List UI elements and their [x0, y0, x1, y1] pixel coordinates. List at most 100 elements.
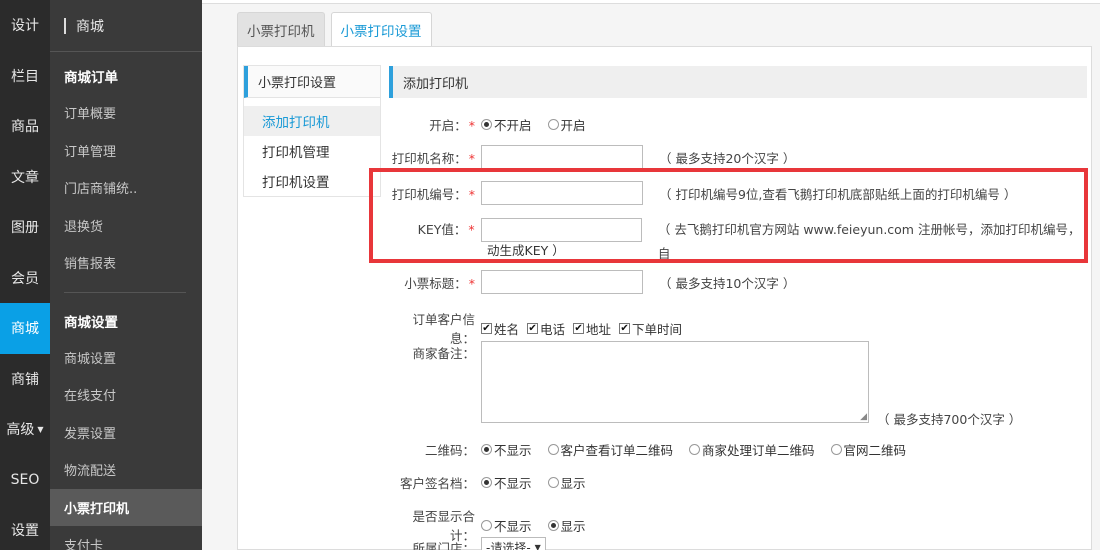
sub-sidebar-title: 商城	[76, 18, 104, 35]
checkbox-label: 姓名	[494, 321, 520, 337]
radio-label: 客户查看订单二维码	[560, 443, 674, 458]
inner-nav-printer-settings[interactable]: 打印机设置	[244, 166, 380, 196]
sub-item-order-summary[interactable]: 订单概要	[50, 94, 202, 132]
radio-label: 显示	[560, 476, 586, 491]
radio-qrcode-merchant[interactable]: 商家处理订单二维码	[689, 440, 815, 459]
radio-total-hide[interactable]: 不显示	[481, 516, 532, 535]
annotation-highlight-box	[369, 168, 1088, 263]
radio-label: 商家处理订单二维码	[702, 443, 815, 458]
checkbox-label: 电话	[540, 321, 566, 337]
radio-dot-icon	[547, 477, 559, 488]
group-title-mall-settings: 商城设置	[64, 314, 118, 331]
sub-item-store-stats[interactable]: 门店商铺统..	[50, 169, 202, 207]
row-merchant-note: 商家备注： ◢ （ 最多支持700个汉字 ）	[389, 341, 1021, 428]
radio-label: 不开启	[494, 118, 532, 133]
rail-item-products[interactable]: 商品	[0, 101, 50, 152]
section-title: 添加打印机	[389, 66, 1087, 98]
tab-receipt-printer[interactable]: 小票打印机	[237, 12, 325, 46]
label-printer-name: 打印机名称：	[391, 150, 467, 166]
row-printer-name: 打印机名称： * （ 最多支持20个汉字 ）	[389, 145, 795, 169]
checkbox-address[interactable]: ✔ 地址	[573, 319, 611, 338]
radio-dot-icon	[481, 119, 492, 130]
sub-item-order-manage[interactable]: 订单管理	[50, 132, 202, 170]
radio-total-show[interactable]: 显示	[547, 516, 586, 535]
radio-dot-icon	[689, 444, 701, 455]
rail-item-columns[interactable]: 栏目	[0, 51, 50, 102]
checkmark-icon: ✔	[619, 322, 631, 334]
sub-sidebar-header: 商城	[50, 0, 202, 52]
printer-name-hint: （ 最多支持20个汉字 ）	[659, 150, 796, 166]
sub-item-invoice[interactable]: 发票设置	[50, 414, 202, 452]
checkbox-name[interactable]: ✔ 姓名	[481, 319, 519, 338]
divider	[64, 291, 186, 293]
label-merchant-note: 商家备注：	[412, 346, 475, 361]
rail-item-settings[interactable]: 设置	[0, 505, 50, 550]
settings-panel: 小票打印设置 添加打印机 打印机管理 打印机设置 添加打印机 开启： * 不开启 …	[237, 46, 1092, 550]
sub-item-receipt-printer[interactable]: 小票打印机	[50, 488, 202, 526]
merchant-note-textarea[interactable]: ◢	[481, 341, 869, 423]
resize-grip-icon[interactable]: ◢	[860, 412, 867, 422]
rail-item-members[interactable]: 会员	[0, 253, 50, 304]
radio-open-yes[interactable]: 开启	[547, 115, 586, 134]
inner-nav-printer-manage[interactable]: 打印机管理	[244, 136, 380, 166]
sub-item-logistics[interactable]: 物流配送	[50, 451, 202, 489]
receipt-title-hint: （ 最多支持10个汉字 ）	[659, 275, 796, 291]
radio-qrcode-customer[interactable]: 客户查看订单二维码	[547, 440, 674, 459]
checkbox-label: 下单时间	[632, 321, 683, 337]
rail-item-advanced[interactable]: 高级 ▼	[0, 404, 50, 455]
row-store: 所属门店： -请选择- ▼	[389, 537, 546, 550]
row-receipt-title: 小票标题： * （ 最多支持10个汉字 ）	[389, 270, 795, 294]
radio-qrcode-hide[interactable]: 不显示	[481, 440, 532, 459]
row-signature: 客户签名档： 不显示 显示	[389, 473, 602, 492]
radio-dot-icon	[481, 519, 492, 531]
rail-item-advanced-label: 高级	[6, 422, 35, 439]
caret-down-icon: ▼	[37, 424, 44, 434]
receipt-title-input[interactable]	[481, 270, 643, 294]
store-select[interactable]: -请选择- ▼	[481, 537, 546, 550]
top-bar	[202, 0, 1100, 4]
sub-item-sales-report[interactable]: 销售报表	[50, 244, 202, 282]
main-content: 小票打印机 小票打印设置 小票打印设置 添加打印机 打印机管理 打印机设置 添加…	[202, 0, 1100, 550]
rail-item-articles[interactable]: 文章	[0, 152, 50, 203]
printer-name-input[interactable]	[481, 145, 643, 169]
checkbox-order-time[interactable]: ✔ 下单时间	[619, 319, 682, 338]
tab-bar: 小票打印机 小票打印设置	[237, 12, 438, 46]
radio-open-no[interactable]: 不开启	[481, 115, 532, 134]
radio-label: 不显示	[494, 443, 532, 458]
checkbox-phone[interactable]: ✔ 电话	[527, 319, 565, 338]
radio-label: 不显示	[494, 476, 532, 491]
radio-signature-show[interactable]: 显示	[547, 473, 586, 492]
label-receipt-title: 小票标题：	[404, 275, 467, 291]
label-store: 所属门店：	[412, 540, 475, 550]
radio-dot-icon	[547, 119, 559, 130]
sub-item-mall-settings[interactable]: 商城设置	[50, 339, 202, 377]
label-open: 开启：	[429, 118, 467, 133]
rail-item-albums[interactable]: 图册	[0, 202, 50, 253]
tab-receipt-print-settings[interactable]: 小票打印设置	[330, 12, 432, 46]
radio-label: 显示	[560, 518, 586, 534]
checkmark-icon: ✔	[573, 322, 585, 334]
radio-label: 官网二维码	[843, 443, 907, 458]
radio-dot-icon	[547, 519, 559, 531]
sub-sidebar: 商城 商城订单 订单概要 订单管理 门店商铺统.. 退换货 销售报表 商城设置 …	[50, 0, 202, 550]
rail-item-shops[interactable]: 商铺	[0, 354, 50, 405]
rail-item-design[interactable]: 设计	[0, 0, 50, 51]
rail-item-seo[interactable]: SEO	[0, 455, 50, 506]
inner-nav-add-printer[interactable]: 添加打印机	[244, 106, 380, 136]
merchant-note-hint: （ 最多支持700个汉字 ）	[877, 412, 1022, 427]
radio-signature-hide[interactable]: 不显示	[481, 473, 532, 492]
row-open: 开启： * 不开启 开启	[389, 115, 602, 134]
sub-item-payment-card[interactable]: 支付卡	[50, 526, 202, 550]
sub-item-returns[interactable]: 退换货	[50, 207, 202, 245]
label-signature: 客户签名档：	[399, 476, 475, 491]
radio-dot-icon	[481, 477, 492, 488]
sub-item-online-payment[interactable]: 在线支付	[50, 376, 202, 414]
radio-qrcode-website[interactable]: 官网二维码	[830, 440, 907, 459]
header-bar-icon	[64, 17, 66, 34]
radio-label: 开启	[560, 118, 586, 133]
rail-item-mall[interactable]: 商城	[0, 303, 50, 354]
row-qrcode: 二维码： 不显示 客户查看订单二维码 商家处理订单二维码 官网二维码	[389, 440, 922, 459]
checkbox-label: 地址	[586, 321, 612, 337]
inner-nav: 小票打印设置 添加打印机 打印机管理 打印机设置	[243, 65, 381, 197]
radio-dot-icon	[547, 444, 559, 455]
